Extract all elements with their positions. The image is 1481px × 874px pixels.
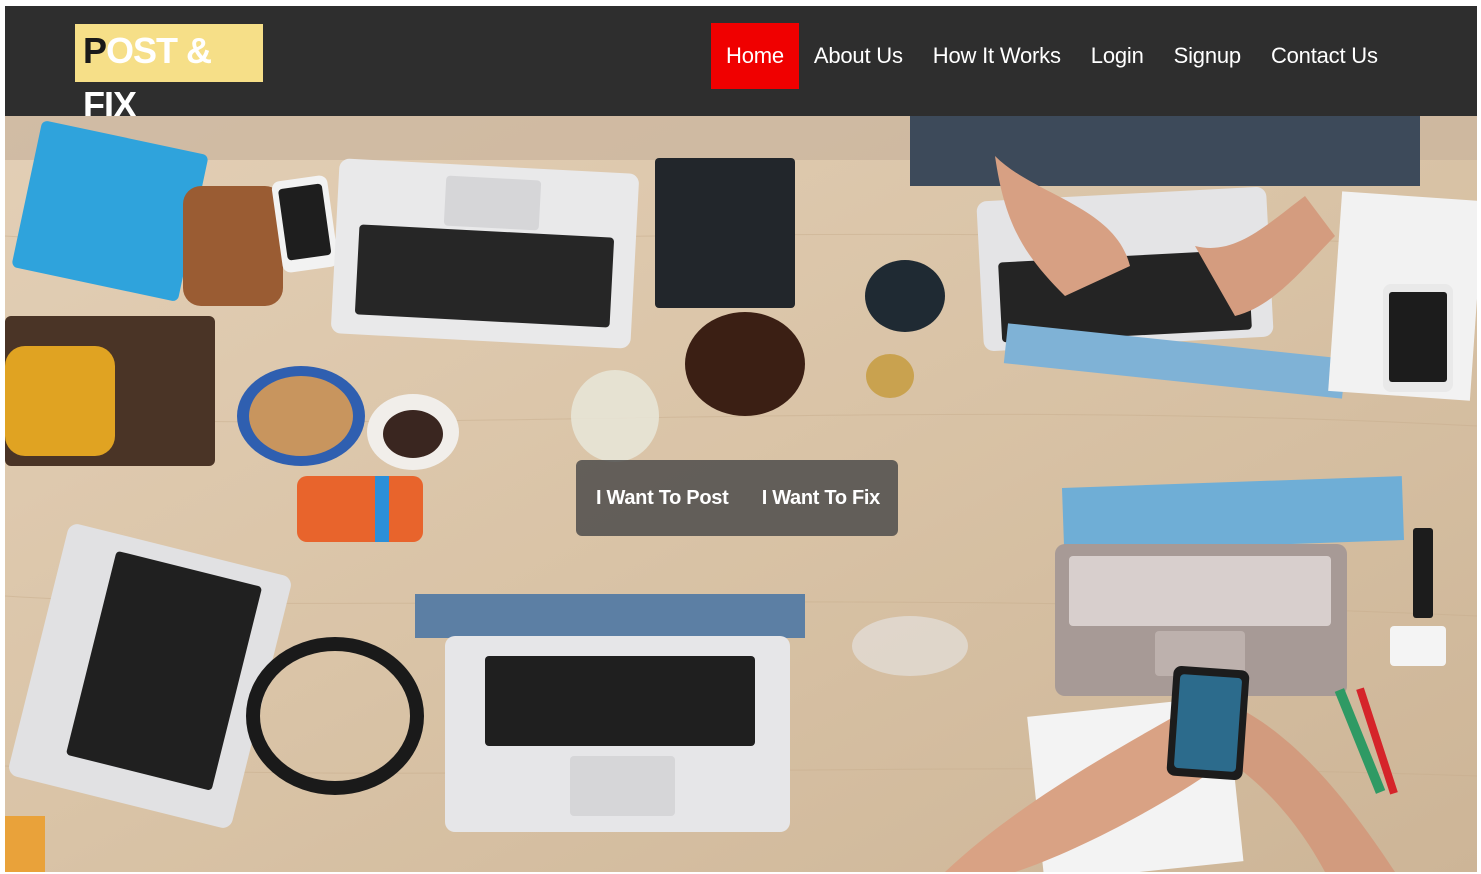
navbar: POST & FIX Home About Us How It Works Lo… <box>5 6 1477 125</box>
cta-panel: I Want To Post I Want To Fix <box>576 460 898 536</box>
hero-section: I Want To Post I Want To Fix <box>5 116 1477 872</box>
want-to-post-button[interactable]: I Want To Post <box>596 487 729 510</box>
nav-how-it-works[interactable]: How It Works <box>918 23 1076 89</box>
nav-login[interactable]: Login <box>1076 23 1159 89</box>
nav-contact-us[interactable]: Contact Us <box>1256 23 1393 89</box>
nav-home[interactable]: Home <box>711 23 799 89</box>
logo-first-letter: P <box>83 30 107 71</box>
nav-about-us[interactable]: About Us <box>799 23 918 89</box>
page-frame: POST & FIX Home About Us How It Works Lo… <box>5 6 1477 872</box>
site-logo[interactable]: POST & FIX <box>75 24 263 125</box>
nav-signup[interactable]: Signup <box>1159 23 1256 89</box>
want-to-fix-button[interactable]: I Want To Fix <box>762 487 881 510</box>
main-nav: Home About Us How It Works Login Signup … <box>711 23 1393 89</box>
